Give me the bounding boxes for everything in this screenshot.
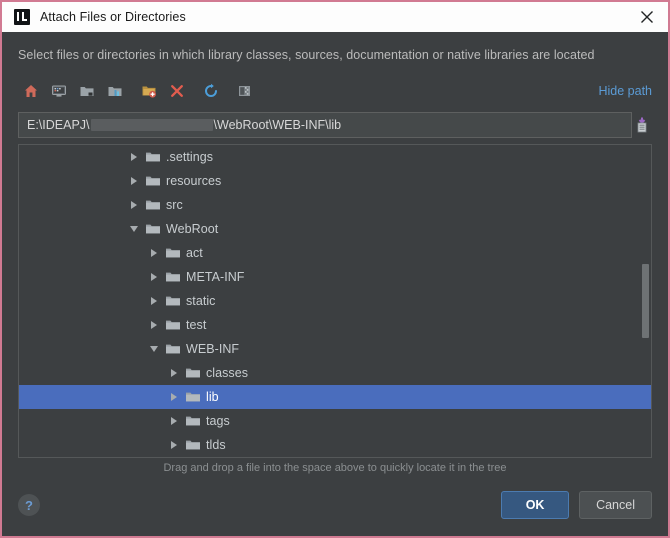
folder-icon <box>145 221 161 237</box>
tree-row[interactable]: resources <box>19 169 651 193</box>
tree-row-label: classes <box>206 366 249 380</box>
folder-icon <box>145 149 161 165</box>
tree-row-label: tags <box>206 414 230 428</box>
tree-row[interactable]: classes <box>19 361 651 385</box>
tree-row-label: lib <box>206 390 219 404</box>
drag-drop-hint: Drag and drop a file into the space abov… <box>163 462 507 474</box>
path-redacted-segment <box>90 119 213 131</box>
project-folder-icon[interactable] <box>74 79 100 103</box>
folder-icon <box>165 245 181 261</box>
tree-row-label: META-INF <box>186 270 245 284</box>
module-folder-icon[interactable] <box>102 79 128 103</box>
tree-row-label: WEB-INF <box>186 342 240 356</box>
folder-icon <box>165 269 181 285</box>
intellij-idea-logo-icon <box>14 9 30 25</box>
chevron-right-icon[interactable] <box>167 385 181 409</box>
chevron-right-icon[interactable] <box>127 169 141 193</box>
path-row: E:\IDEAPJ\ \WebRoot\WEB-INF\lib <box>18 112 652 138</box>
tree-row[interactable]: META-INF <box>19 265 651 289</box>
tree-row-label: .settings <box>166 150 214 164</box>
folder-icon <box>145 197 161 213</box>
help-button[interactable]: ? <box>18 494 40 516</box>
folder-icon <box>185 389 201 405</box>
chevron-right-icon[interactable] <box>167 409 181 433</box>
folder-icon <box>145 173 161 189</box>
delete-icon[interactable] <box>164 79 190 103</box>
tree-row-label: src <box>166 198 183 212</box>
new-folder-icon[interactable] <box>136 79 162 103</box>
tree-row[interactable]: lib <box>19 385 651 409</box>
cancel-button[interactable]: Cancel <box>579 491 652 519</box>
path-input[interactable]: E:\IDEAPJ\ \WebRoot\WEB-INF\lib <box>18 112 632 138</box>
chevron-right-icon[interactable] <box>127 145 141 169</box>
dialog-titlebar: Attach Files or Directories <box>2 2 668 32</box>
chevron-right-icon[interactable] <box>147 313 161 337</box>
chevron-right-icon[interactable] <box>147 289 161 313</box>
chevron-down-icon[interactable] <box>127 217 141 241</box>
chevron-right-icon[interactable] <box>147 241 161 265</box>
path-prefix: E:\IDEAPJ\ <box>27 118 90 132</box>
paste-from-clipboard-icon[interactable] <box>632 112 652 138</box>
close-icon[interactable] <box>634 4 660 30</box>
tree-row-label: WebRoot <box>166 222 219 236</box>
tree-row-label: tlds <box>206 438 226 452</box>
tree-row[interactable]: .settings <box>19 145 651 169</box>
tree-scrollbar[interactable] <box>641 146 650 456</box>
path-suffix: \WebRoot\WEB-INF\lib <box>213 118 342 132</box>
chevron-right-icon[interactable] <box>127 193 141 217</box>
show-hidden-files-icon[interactable] <box>232 79 258 103</box>
tree-row-label: act <box>186 246 203 260</box>
hide-path-link[interactable]: Hide path <box>598 84 652 98</box>
directory-tree-panel: .settings resources src WebRoot act META-INF s… <box>18 144 652 458</box>
directory-tree[interactable]: .settings resources src WebRoot act META-INF s… <box>19 145 651 457</box>
chevron-right-icon[interactable] <box>167 361 181 385</box>
folder-icon <box>185 413 201 429</box>
tree-row[interactable]: src <box>19 193 651 217</box>
tree-row[interactable]: WebRoot <box>19 217 651 241</box>
folder-icon <box>165 293 181 309</box>
desktop-icon[interactable] <box>46 79 72 103</box>
chevron-down-icon[interactable] <box>147 337 161 361</box>
dialog-title: Attach Files or Directories <box>40 10 186 24</box>
tree-row[interactable]: tlds <box>19 433 651 457</box>
chevron-right-icon[interactable] <box>167 433 181 457</box>
ok-button[interactable]: OK <box>501 491 570 519</box>
tree-row[interactable]: static <box>19 289 651 313</box>
folder-icon <box>165 341 181 357</box>
folder-icon <box>185 365 201 381</box>
dialog-body: Select files or directories in which lib… <box>2 32 668 474</box>
dialog-description: Select files or directories in which lib… <box>18 48 595 62</box>
refresh-icon[interactable] <box>198 79 224 103</box>
attach-files-dialog: Attach Files or Directories Select files… <box>0 0 670 538</box>
dialog-footer: ? OK Cancel <box>2 474 668 536</box>
chevron-right-icon[interactable] <box>147 265 161 289</box>
tree-row[interactable]: test <box>19 313 651 337</box>
tree-row-label: resources <box>166 174 222 188</box>
tree-row-label: static <box>186 294 216 308</box>
home-icon[interactable] <box>18 79 44 103</box>
folder-icon <box>165 317 181 333</box>
tree-row[interactable]: tags <box>19 409 651 433</box>
folder-icon <box>185 437 201 453</box>
tree-scrollbar-thumb[interactable] <box>642 264 649 338</box>
file-chooser-toolbar: Hide path <box>18 78 652 104</box>
tree-row[interactable]: WEB-INF <box>19 337 651 361</box>
tree-row-label: test <box>186 318 207 332</box>
tree-row[interactable]: act <box>19 241 651 265</box>
